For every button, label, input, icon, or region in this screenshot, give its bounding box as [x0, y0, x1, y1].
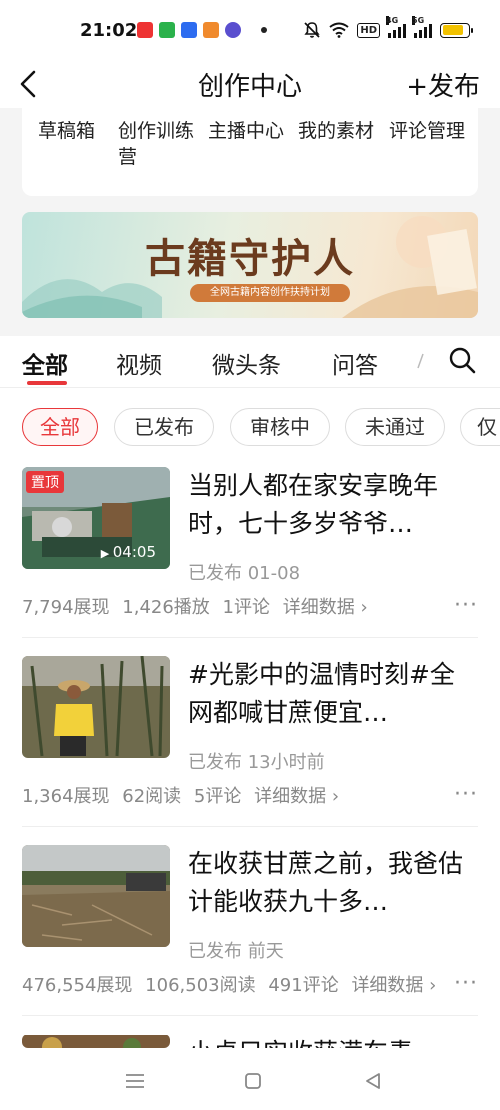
item-title[interactable]: 在收获甘蔗之前，我爸估计能收获九十多… [188, 845, 478, 921]
promo-banner[interactable]: 古籍守护人 全网古籍内容创作扶持计划 [22, 212, 478, 318]
content-tabs: 全部 视频 微头条 问答 [0, 336, 500, 388]
page-header: 创作中心 +发布 [0, 60, 500, 108]
sugarcane-worker-image [22, 656, 170, 758]
reads-count: 62阅读 [122, 786, 182, 807]
tool-training-camp[interactable]: 创作训练营 [118, 118, 204, 170]
baidu-icon [181, 22, 197, 38]
hd-label: HD [357, 22, 380, 38]
item-title[interactable]: 当别人都在家安享晚年时，七十多岁爷爷… [188, 467, 478, 543]
menu-button[interactable] [120, 1066, 150, 1096]
search-button[interactable] [446, 344, 478, 376]
filter-private[interactable]: 仅 [460, 408, 500, 446]
item-stats: 1,364展现 62阅读 5评论 详细数据 › [22, 782, 346, 808]
list-item[interactable]: 置顶 04:05 当别人都在家安享晚年时，七十多岁爷爷… 已发布 01-08 7… [0, 467, 500, 647]
item-stats: 476,554展现 106,503阅读 491评论 详细数据 › [22, 971, 443, 997]
publish-button[interactable]: +发布 [406, 66, 480, 103]
system-icons: HD 4G 5G [303, 16, 473, 39]
wechat-icon [159, 22, 175, 38]
list-item[interactable]: 在收获甘蔗之前，我爸估计能收获九十多… 已发布 前天 476,554展现 106… [0, 845, 500, 1025]
system-nav-bar [0, 1048, 500, 1110]
battery-icon [440, 22, 473, 38]
wifi-icon [329, 22, 349, 38]
banner-title: 古籍守护人 [145, 235, 355, 282]
tab-active-indicator [27, 381, 67, 385]
filter-all[interactable]: 全部 [22, 408, 98, 446]
filter-published[interactable]: 已发布 [114, 408, 214, 446]
detail-data-link[interactable]: 详细数据 › [254, 786, 339, 807]
harvested-field-image [22, 845, 170, 947]
tool-anchor-center[interactable]: 主播中心 [208, 118, 284, 144]
video-duration: 04:05 [101, 543, 156, 561]
impressions-count: 1,364展现 [22, 786, 110, 807]
divider [22, 1015, 478, 1016]
home-square-icon [245, 1073, 261, 1089]
filter-under-review[interactable]: 审核中 [230, 408, 330, 446]
signal-5g-icon: 5G [412, 16, 432, 38]
tab-all[interactable]: 全部 [22, 346, 68, 380]
comments-count: 5评论 [193, 786, 242, 807]
detail-data-link[interactable]: 详细数据 › [283, 597, 368, 618]
notification-icons [137, 22, 267, 38]
more-options-button[interactable]: ··· [454, 782, 478, 807]
item-status: 已发布 13小时前 [188, 752, 325, 773]
more-notifications-dot [261, 27, 267, 33]
item-stats: 7,794展现 1,426播放 1评论 详细数据 › [22, 593, 375, 619]
back-nav-button[interactable] [358, 1066, 388, 1096]
divider [22, 826, 478, 827]
bell-off-icon [304, 22, 320, 38]
video-thumbnail[interactable]: 置顶 04:05 [22, 467, 170, 569]
tab-micro-post[interactable]: 微头条 [212, 346, 281, 380]
signal-4g-icon: 4G [386, 16, 406, 38]
detail-data-link[interactable]: 详细数据 › [351, 975, 436, 996]
pinned-badge: 置顶 [26, 471, 64, 493]
status-filters: 全部 已发布 审核中 未通过 仅 [0, 408, 500, 448]
impressions-count: 476,554展现 [22, 975, 133, 996]
reads-count: 106,503阅读 [145, 975, 256, 996]
item-status: 已发布 01-08 [188, 563, 301, 584]
tool-my-materials[interactable]: 我的素材 [298, 118, 374, 144]
article-thumbnail[interactable] [22, 1034, 170, 1048]
browser-icon [225, 22, 241, 38]
article-thumbnail[interactable] [22, 656, 170, 758]
back-triangle-icon [366, 1073, 380, 1089]
tab-scroll-hint [417, 353, 424, 369]
creator-tools-card: 草稿箱 创作训练营 主播中心 我的素材 评论管理 [22, 108, 478, 196]
more-options-button[interactable]: ··· [454, 971, 478, 996]
filter-rejected[interactable]: 未通过 [345, 408, 445, 446]
list-item[interactable]: 小卓只实收获满车青 [0, 1034, 500, 1048]
item-status: 已发布 前天 [188, 941, 284, 962]
food-thumbnail-image [22, 1035, 170, 1048]
tab-video[interactable]: 视频 [116, 346, 162, 380]
more-options-button[interactable]: ··· [454, 593, 478, 618]
divider [22, 637, 478, 638]
status-bar: 21:02 HD 4G 5G [0, 0, 500, 60]
comments-count: 491评论 [268, 975, 339, 996]
menu-icon [126, 1074, 144, 1088]
article-thumbnail[interactable] [22, 845, 170, 947]
comments-count: 1评论 [222, 597, 270, 618]
item-title[interactable]: 小卓只实收获满车青 [188, 1034, 478, 1048]
tool-drafts[interactable]: 草稿箱 [38, 118, 95, 144]
game-icon [203, 22, 219, 38]
status-time: 21:02 [80, 20, 138, 41]
item-title[interactable]: #光影中的温情时刻#全网都喊甘蔗便宜… [188, 656, 478, 732]
home-button[interactable] [238, 1066, 268, 1096]
tool-comment-management[interactable]: 评论管理 [389, 118, 465, 144]
list-item[interactable]: #光影中的温情时刻#全网都喊甘蔗便宜… 已发布 13小时前 1,364展现 62… [0, 656, 500, 836]
plays-count: 1,426播放 [122, 597, 210, 618]
creator-tools-area: 草稿箱 创作训练营 主播中心 我的素材 评论管理 古籍守护人 全网古籍内容创作扶… [0, 108, 500, 336]
banner-subtitle: 全网古籍内容创作扶持计划 [190, 284, 350, 302]
search-icon [449, 347, 476, 374]
tab-qa[interactable]: 问答 [332, 346, 378, 380]
impressions-count: 7,794展现 [22, 597, 110, 618]
news-app-icon [137, 22, 153, 38]
